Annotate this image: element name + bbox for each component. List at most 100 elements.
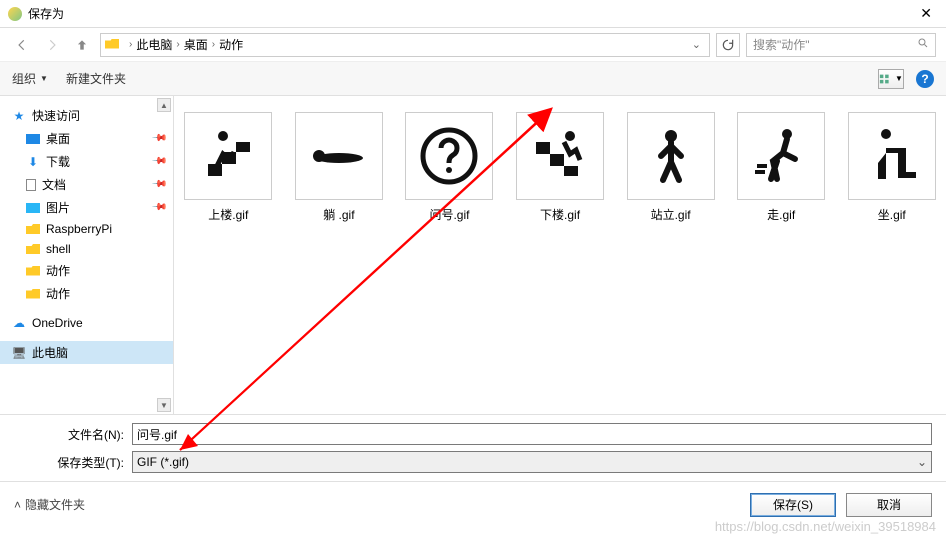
folder-icon	[26, 287, 40, 301]
pin-icon: 📌	[150, 153, 167, 170]
toolbar: 组织▼ 新建文件夹 ▼ ?	[0, 62, 946, 96]
filetype-combo[interactable]: GIF (*.gif) ⌄	[132, 451, 932, 473]
filename-label: 文件名(N):	[14, 426, 128, 443]
sidebar-this-pc[interactable]: 🖥 此电脑	[0, 341, 173, 364]
bottom-fields: 文件名(N): 保存类型(T): GIF (*.gif) ⌄	[0, 414, 946, 481]
star-icon: ★	[12, 109, 26, 123]
file-label: 站立.gif	[626, 206, 715, 223]
search-icon	[917, 37, 929, 52]
chevron-right-icon: ›	[208, 39, 219, 50]
file-item[interactable]: 下楼.gif	[516, 112, 605, 223]
folder-icon	[26, 242, 40, 256]
scroll-up-button[interactable]: ▲	[157, 98, 171, 112]
organize-button[interactable]: 组织▼	[12, 70, 48, 87]
thumbnail	[848, 112, 936, 200]
file-grid: 上楼.gif 躺 .gif 问号.gif 下楼.gif 站立.gif 走.gif…	[174, 96, 946, 414]
file-item[interactable]: 上楼.gif	[184, 112, 273, 223]
breadcrumb[interactable]: 动作	[219, 36, 243, 53]
thumbnail	[184, 112, 272, 200]
thumbnail	[627, 112, 715, 200]
thumbnail	[516, 112, 604, 200]
breadcrumb[interactable]: 此电脑	[136, 36, 172, 53]
file-label: 走.gif	[737, 206, 826, 223]
refresh-button[interactable]	[716, 33, 740, 57]
nav-bar: › 此电脑 › 桌面 › 动作 ⌄ 搜索"动作"	[0, 28, 946, 62]
thumbnail	[405, 112, 493, 200]
file-label: 坐.gif	[847, 206, 936, 223]
folder-icon	[26, 264, 40, 278]
close-button[interactable]: ✕	[914, 5, 938, 22]
folder-icon	[26, 222, 40, 236]
cancel-button[interactable]: 取消	[846, 493, 932, 517]
sidebar-item-folder[interactable]: 动作	[0, 259, 173, 282]
search-input[interactable]: 搜索"动作"	[746, 33, 936, 57]
file-item[interactable]: 走.gif	[737, 112, 826, 223]
sidebar-item-label: 动作	[46, 262, 70, 279]
pin-icon: 📌	[150, 176, 167, 193]
body-area: ★ 快速访问 桌面 📌 ⬇ 下载 📌 文档 📌 图片 📌 RaspberryPi shel…	[0, 96, 946, 414]
hide-folders-button[interactable]: ˄隐藏文件夹	[14, 496, 85, 513]
sidebar-label: OneDrive	[32, 316, 83, 330]
watermark: https://blog.csdn.net/weixin_39518984	[715, 519, 936, 534]
sidebar-item-folder[interactable]: 动作	[0, 282, 173, 305]
download-icon: ⬇	[26, 155, 40, 169]
file-label: 躺 .gif	[295, 206, 384, 223]
file-item[interactable]: 问号.gif	[405, 112, 494, 223]
sidebar-item-folder[interactable]: shell	[0, 239, 173, 259]
desktop-icon	[26, 134, 40, 144]
back-button[interactable]	[10, 33, 34, 57]
search-placeholder: 搜索"动作"	[753, 36, 810, 53]
thumbnail	[295, 112, 383, 200]
file-label: 问号.gif	[405, 206, 494, 223]
view-options-button[interactable]: ▼	[878, 69, 904, 89]
folder-icon	[105, 38, 121, 52]
file-item[interactable]: 站立.gif	[626, 112, 715, 223]
sidebar-item-label: RaspberryPi	[46, 222, 112, 236]
filename-input[interactable]	[132, 423, 932, 445]
sidebar-item-pictures[interactable]: 图片 📌	[0, 196, 173, 219]
new-folder-button[interactable]: 新建文件夹	[66, 70, 126, 87]
breadcrumb[interactable]: 桌面	[184, 36, 208, 53]
sidebar-item-label: 动作	[46, 285, 70, 302]
picture-icon	[26, 203, 40, 213]
pin-icon: 📌	[150, 130, 167, 147]
chevron-up-icon: ˄	[14, 498, 21, 512]
cloud-icon: ☁	[12, 316, 26, 330]
chevron-down-icon[interactable]: ⌄	[688, 38, 705, 51]
address-bar[interactable]: › 此电脑 › 桌面 › 动作 ⌄	[100, 33, 710, 57]
app-icon	[8, 7, 22, 21]
sidebar-item-label: shell	[46, 242, 71, 256]
sidebar-onedrive[interactable]: ☁ OneDrive	[0, 313, 173, 333]
sidebar-quick-access[interactable]: ★ 快速访问	[0, 104, 173, 127]
sidebar-label: 快速访问	[32, 107, 80, 124]
pc-icon: 🖥	[12, 346, 26, 360]
filetype-label: 保存类型(T):	[14, 454, 128, 471]
file-label: 下楼.gif	[516, 206, 605, 223]
doc-icon	[26, 179, 36, 191]
filetype-value: GIF (*.gif)	[137, 455, 189, 469]
sidebar-item-label: 文档	[42, 176, 66, 193]
sidebar-item-label: 桌面	[46, 130, 70, 147]
window-title: 保存为	[28, 5, 914, 22]
sidebar-item-label: 下载	[46, 153, 70, 170]
sidebar-item-documents[interactable]: 文档 📌	[0, 173, 173, 196]
sidebar-label: 此电脑	[32, 344, 68, 361]
sidebar-item-label: 图片	[46, 199, 70, 216]
save-button[interactable]: 保存(S)	[750, 493, 836, 517]
file-label: 上楼.gif	[184, 206, 273, 223]
forward-button[interactable]	[40, 33, 64, 57]
file-item[interactable]: 躺 .gif	[295, 112, 384, 223]
help-button[interactable]: ?	[916, 70, 934, 88]
up-button[interactable]	[70, 33, 94, 57]
thumbnail	[737, 112, 825, 200]
sidebar-item-downloads[interactable]: ⬇ 下载 📌	[0, 150, 173, 173]
chevron-down-icon: ⌄	[917, 455, 927, 469]
titlebar: 保存为 ✕	[0, 0, 946, 28]
chevron-right-icon: ›	[125, 39, 136, 50]
file-item[interactable]: 坐.gif	[847, 112, 936, 223]
pin-icon: 📌	[150, 199, 167, 216]
chevron-right-icon: ›	[172, 39, 183, 50]
sidebar-item-folder[interactable]: RaspberryPi	[0, 219, 173, 239]
scroll-down-button[interactable]: ▼	[157, 398, 171, 412]
sidebar-item-desktop[interactable]: 桌面 📌	[0, 127, 173, 150]
